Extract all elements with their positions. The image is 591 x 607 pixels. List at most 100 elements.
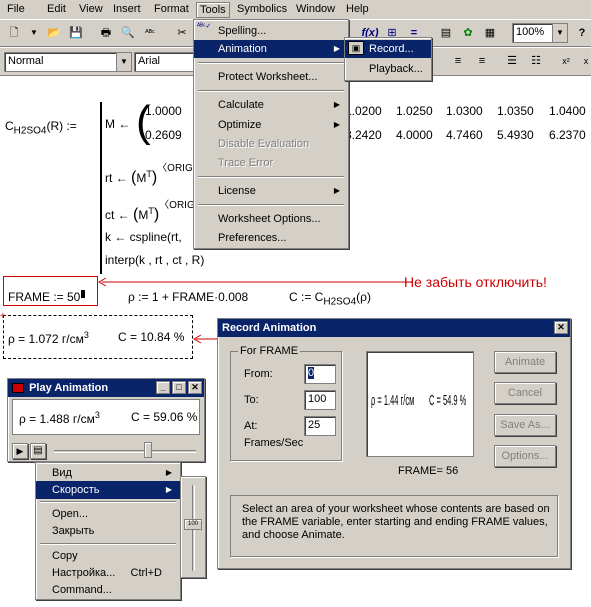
menu-format[interactable]: Format [151, 2, 192, 16]
reminder-arrow [97, 277, 406, 287]
play-animation-titlebar[interactable]: Play Animation _ □ ✕ [8, 379, 204, 397]
bullet-list-icon[interactable]: ☰ [502, 52, 522, 70]
menu-item-preferences[interactable]: Preferences... [194, 229, 348, 247]
context-item-speed[interactable]: Скорость ▶ [36, 481, 180, 499]
submenu-item-playback[interactable]: Playback... [345, 60, 431, 78]
context-item-label: Вид [52, 467, 72, 479]
superscript-icon[interactable]: x² [556, 52, 576, 70]
record-dialog-titlebar[interactable]: Record Animation ✕ [218, 319, 570, 337]
context-item-label: Настройка... [52, 567, 116, 579]
speed-thumb[interactable]: 100 [184, 519, 202, 530]
help-icon[interactable]: ? [572, 24, 591, 42]
menu-item-protect[interactable]: Protect Worksheet... [194, 68, 348, 86]
close-icon[interactable]: ✕ [554, 321, 568, 334]
menu-item-label: Protect Worksheet... [218, 71, 318, 83]
numbered-list-icon[interactable]: ☷ [526, 52, 546, 70]
context-item-label: Command... [52, 584, 112, 596]
table-icon[interactable]: ▦ [480, 24, 500, 42]
c-definition[interactable]: C := CH2SO4(ρ) [289, 290, 371, 307]
menu-item-label: Animation [218, 43, 267, 55]
new-document-icon[interactable]: 🗋 [4, 24, 24, 42]
reminder-note: Не забыть отключить! [404, 274, 547, 290]
chevron-down-icon[interactable]: ▼ [24, 24, 44, 42]
context-item-open[interactable]: Open... [36, 505, 180, 523]
context-item-command[interactable]: Command... [36, 581, 180, 599]
ct-assign: ct ← (MT)〈ORIG [105, 200, 195, 223]
result-rho: ρ = 1.072 г/см3 [8, 330, 89, 346]
region-anchor-mark: + [0, 311, 6, 322]
play-animation-window: Play Animation _ □ ✕ ρ = 1.488 г/см3 C =… [7, 378, 205, 462]
subscript-icon[interactable]: x [576, 52, 591, 70]
spellcheck-icon[interactable]: ᴬᴮᶜ [140, 24, 160, 42]
camera-icon: ▣ [348, 41, 364, 55]
function-definition[interactable]: CH2SO4(R) := [5, 119, 77, 136]
play-rho-text: ρ = 1.488 г/см [19, 412, 95, 426]
submenu-item-label: Record... [369, 43, 414, 55]
component-icon[interactable]: ✿ [458, 24, 478, 42]
menu-file[interactable]: File [4, 2, 28, 16]
menu-separator [40, 501, 176, 503]
menu-edit[interactable]: Edit [44, 2, 69, 16]
menu-view[interactable]: View [76, 2, 106, 16]
context-item-close[interactable]: Закрыть [36, 522, 180, 540]
menu-item-animation[interactable]: Animation ▶ [194, 40, 348, 58]
save-icon[interactable]: 💾 [66, 24, 86, 42]
context-item-settings[interactable]: Настройка... Ctrl+D [36, 564, 180, 582]
close-icon[interactable]: ✕ [188, 381, 202, 394]
chevron-down-icon: ▼ [116, 53, 131, 71]
c-def-subscript: H2SO4 [323, 296, 357, 308]
playback-slider[interactable] [54, 450, 196, 453]
minimize-icon[interactable]: _ [156, 381, 170, 394]
resources-icon[interactable]: ▤ [436, 24, 456, 42]
print-preview-icon[interactable]: 🔍 [118, 24, 138, 42]
context-item-copy[interactable]: Copy [36, 547, 180, 565]
maximize-icon[interactable]: □ [172, 381, 186, 394]
menu-separator [40, 543, 176, 545]
menu-button[interactable]: ▤ [30, 443, 46, 459]
player-context-menu: Вид ▶ Скорость ▶ Open... Закрыть Copy Наст… [35, 462, 181, 600]
open-folder-icon[interactable]: 📂 [44, 24, 64, 42]
save-as-button[interactable]: Save As... [494, 414, 556, 436]
print-icon[interactable]: 🖶 [96, 24, 116, 42]
style-select[interactable]: Normal ▼ [4, 52, 132, 72]
menu-help[interactable]: Help [343, 2, 372, 16]
app-icon [12, 383, 24, 394]
cut-icon[interactable]: ✂ [172, 24, 192, 42]
to-input[interactable]: 100 [304, 390, 336, 410]
play-button[interactable]: ▶ [12, 443, 28, 459]
menu-item-optimize[interactable]: Optimize ▶ [194, 116, 348, 134]
context-item-label: Скорость [52, 484, 100, 496]
fps-label: Frames/Sec [244, 437, 304, 449]
submenu-item-record[interactable]: ▣ Record... [345, 40, 431, 58]
menu-item-spelling[interactable]: ᴬᴮᶜ✓ Spelling... [194, 22, 348, 40]
ct-matrix: M [138, 208, 149, 222]
m-r2-c4: 5.4930 [497, 128, 534, 142]
align-right-icon[interactable]: ≡ [472, 52, 492, 70]
align-center-icon[interactable]: ≡ [448, 52, 468, 70]
record-animation-dialog: Record Animation ✕ For FRAME From: 0 To:… [217, 318, 571, 569]
from-input[interactable]: 0 [304, 364, 336, 384]
window-title: Play Animation [29, 382, 109, 394]
options-button[interactable]: Options... [494, 445, 556, 467]
frame-definition[interactable]: FRAME := 50 [8, 290, 86, 304]
rho-definition[interactable]: ρ := 1 + FRAME·0.008 [128, 290, 248, 304]
menu-item-label: Preferences... [218, 232, 287, 244]
menu-window[interactable]: Window [293, 2, 338, 16]
submenu-arrow-icon: ▶ [333, 100, 340, 109]
at-input[interactable]: 25 [304, 416, 336, 436]
menu-item-license[interactable]: License ▶ [194, 182, 348, 200]
zoom-select[interactable]: 100% ▼ [512, 23, 568, 43]
menu-item-calculate[interactable]: Calculate ▶ [194, 96, 348, 114]
menu-item-worksheet-options[interactable]: Worksheet Options... [194, 210, 348, 228]
menu-separator [198, 90, 344, 92]
context-item-view[interactable]: Вид ▶ [36, 464, 180, 482]
submenu-item-label: Playback... [369, 63, 423, 75]
menu-tools[interactable]: Tools [196, 2, 230, 18]
menu-symbolics[interactable]: Symbolics [234, 2, 290, 16]
at-label: At: [244, 420, 258, 432]
cancel-button[interactable]: Cancel [494, 382, 556, 404]
slider-thumb[interactable] [144, 442, 152, 458]
func-arg: (R) := [46, 119, 77, 133]
menu-insert[interactable]: Insert [110, 2, 144, 16]
animate-button[interactable]: Animate [494, 351, 556, 373]
